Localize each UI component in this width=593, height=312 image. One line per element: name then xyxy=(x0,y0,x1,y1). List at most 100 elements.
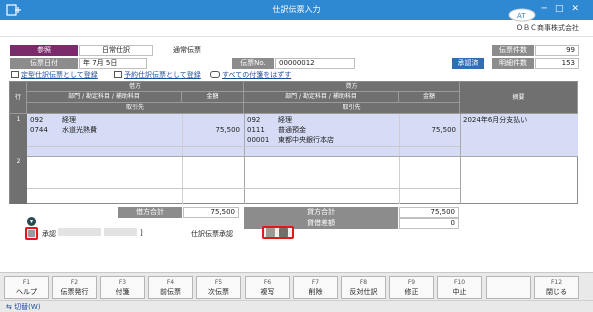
arrow-right-icon[interactable] xyxy=(266,228,275,237)
register-scheduled-label: 予約仕訳伝票として登録 xyxy=(124,71,201,79)
fkey-button-4[interactable]: F4 前伝票 xyxy=(148,276,193,299)
grid-divider xyxy=(244,114,245,204)
fkey-button-6[interactable]: F6 複写 xyxy=(245,276,290,299)
window-title: 仕訳伝票入力 xyxy=(272,5,321,14)
window-controls[interactable]: ─□✕ xyxy=(542,4,587,14)
fkey-button-5[interactable]: F5 次伝票 xyxy=(196,276,241,299)
fkey-key: F12 xyxy=(550,279,563,286)
voucher-no-field[interactable]: 00000012 xyxy=(275,58,355,69)
fkey-button-2[interactable]: F2 伝票発行 xyxy=(52,276,97,299)
debit-amount-header: 金額 xyxy=(182,92,244,103)
fkey-label: 付箋 xyxy=(115,288,130,296)
voucher-count-value: 99 xyxy=(535,45,579,56)
journal-approval-label: 仕訳伝票承認 xyxy=(191,230,233,238)
calendar-icon xyxy=(114,71,122,78)
fkey-button-12[interactable]: F12 閉じる xyxy=(534,276,579,299)
switch-icon: ⇆ xyxy=(6,303,15,311)
fkey-button-9[interactable]: F9 修正 xyxy=(389,276,434,299)
function-key-bar: F1 ヘルプ F2 伝票発行 F3 付箋 F4 前伝票 F5 次伝票 F6 複写 F7 削除 F8 反対仕訳 F… xyxy=(0,272,593,300)
credit-total-value: 75,500 xyxy=(399,207,459,218)
journal-grid: 行 借方 貸方 摘要 部門 / 勘定科目 / 補助科目 金額 部門 / 勘定科目… xyxy=(9,81,578,204)
date-label: 伝票日付 xyxy=(10,58,78,69)
switch-label: 切替(W) xyxy=(14,303,41,311)
approval-label: 承認 xyxy=(42,230,56,238)
fkey-label: 中止 xyxy=(452,288,467,296)
approver-field xyxy=(104,228,137,236)
fkey-key: F4 xyxy=(166,279,175,286)
credit-header: 貸方 xyxy=(244,82,460,92)
prev-approval-button[interactable] xyxy=(25,227,38,240)
fkey-label: 次伝票 xyxy=(208,288,229,296)
close-icon[interactable]: ✕ xyxy=(571,4,587,14)
company-name: ＯＢＣ商事株式会社 xyxy=(516,24,579,32)
fkey-button-7[interactable]: F7 削除 xyxy=(293,276,338,299)
grid-divider xyxy=(182,114,183,204)
fkey-label: 反対仕訳 xyxy=(349,288,378,296)
memo-header: 摘要 xyxy=(460,82,578,114)
register-scheduled-link[interactable]: 予約仕訳伝票として登録 xyxy=(114,70,201,80)
register-template-link[interactable]: 定型仕訳伝票として登録 xyxy=(11,70,98,80)
title-bar: 仕訳伝票入力 ─□✕ xyxy=(0,0,593,20)
debit-total-label: 借方合計 xyxy=(118,207,182,218)
credit-dept-name: 経理 xyxy=(278,116,292,124)
row-number: 1 xyxy=(16,116,21,123)
fkey-label: 前伝票 xyxy=(160,288,181,296)
credit-sub-name: 東都中央銀行本店 xyxy=(278,136,334,144)
fkey-key: F1 xyxy=(22,279,31,286)
debit-amount[interactable]: 75,500 xyxy=(182,126,241,135)
company-bar: AT ＯＢＣ商事株式会社 xyxy=(0,8,593,37)
ticket-type: 通常伝票 xyxy=(154,45,220,56)
debit-account-code[interactable]: 0744 xyxy=(30,126,48,135)
detail-count-label: 明細件数 xyxy=(492,58,534,69)
voucher-count-label: 伝票件数 xyxy=(492,45,534,56)
memo-text[interactable]: 2024年6月分支払い xyxy=(463,116,527,125)
grid-divider xyxy=(460,114,461,204)
approved-badge: 承認済 xyxy=(452,58,484,69)
maximize-icon[interactable]: □ xyxy=(555,4,572,14)
fkey-label: 削除 xyxy=(308,288,323,296)
credit-sub-code[interactable]: 00001 xyxy=(247,136,269,145)
voucher-no-label: 伝票No. xyxy=(232,58,274,69)
fkey-button-8[interactable]: F8 反対仕訳 xyxy=(341,276,386,299)
sticky-note-icon xyxy=(210,71,220,78)
expand-toggle-icon[interactable]: ▾ xyxy=(27,217,36,226)
fkey-button-10[interactable]: F10 中止 xyxy=(437,276,482,299)
switch-button[interactable]: ⇆ 切替(W) xyxy=(6,302,40,312)
register-template-label: 定型仕訳伝票として登録 xyxy=(21,71,98,79)
fkey-button-11[interactable] xyxy=(486,276,531,299)
fkey-label: 閉じる xyxy=(546,288,567,296)
fkey-key: F10 xyxy=(453,279,466,286)
edit-icon xyxy=(11,71,19,78)
detail-count-value: 153 xyxy=(535,58,579,69)
credit-amount-header: 金額 xyxy=(399,92,460,103)
credit-total-label: 貸方合計 xyxy=(244,207,398,218)
credit-amount[interactable]: 75,500 xyxy=(399,126,457,135)
grid-row-separator xyxy=(27,188,460,189)
debit-header: 借方 xyxy=(27,82,244,92)
credit-account-header: 部門 / 勘定科目 / 補助科目 xyxy=(244,92,399,103)
credit-account-code[interactable]: 0111 xyxy=(247,126,265,135)
fkey-button-1[interactable]: F1 ヘルプ xyxy=(4,276,49,299)
fkey-key: F6 xyxy=(263,279,272,286)
approval-nav-buttons[interactable] xyxy=(262,226,294,239)
debit-total-value: 75,500 xyxy=(183,207,239,218)
fkey-key: F3 xyxy=(118,279,127,286)
credit-client-header: 取引先 xyxy=(244,103,460,114)
product-logo-icon: AT xyxy=(508,8,536,22)
date-field[interactable]: 年 7月 5日 xyxy=(79,58,147,69)
minimize-icon[interactable]: ─ xyxy=(542,4,555,14)
row-header: 行 xyxy=(10,82,27,114)
entry-type-select[interactable]: 日常仕訳 xyxy=(79,45,153,56)
arrow-left-icon xyxy=(28,230,35,237)
edit-approval-icon[interactable] xyxy=(279,228,288,237)
fkey-label: ヘルプ xyxy=(16,288,37,296)
remove-attachments-link[interactable]: すべての付箋をはずす xyxy=(210,70,291,80)
remove-attachments-label: すべての付箋をはずす xyxy=(222,71,292,79)
fkey-button-3[interactable]: F3 付箋 xyxy=(100,276,145,299)
debit-dept-code[interactable]: 092 xyxy=(30,116,43,125)
grid-row-separator xyxy=(27,156,578,157)
debit-dept-name: 経理 xyxy=(62,116,76,124)
credit-dept-code[interactable]: 092 xyxy=(247,116,260,125)
fkey-key: F9 xyxy=(407,279,416,286)
diff-value: 0 xyxy=(399,218,459,229)
